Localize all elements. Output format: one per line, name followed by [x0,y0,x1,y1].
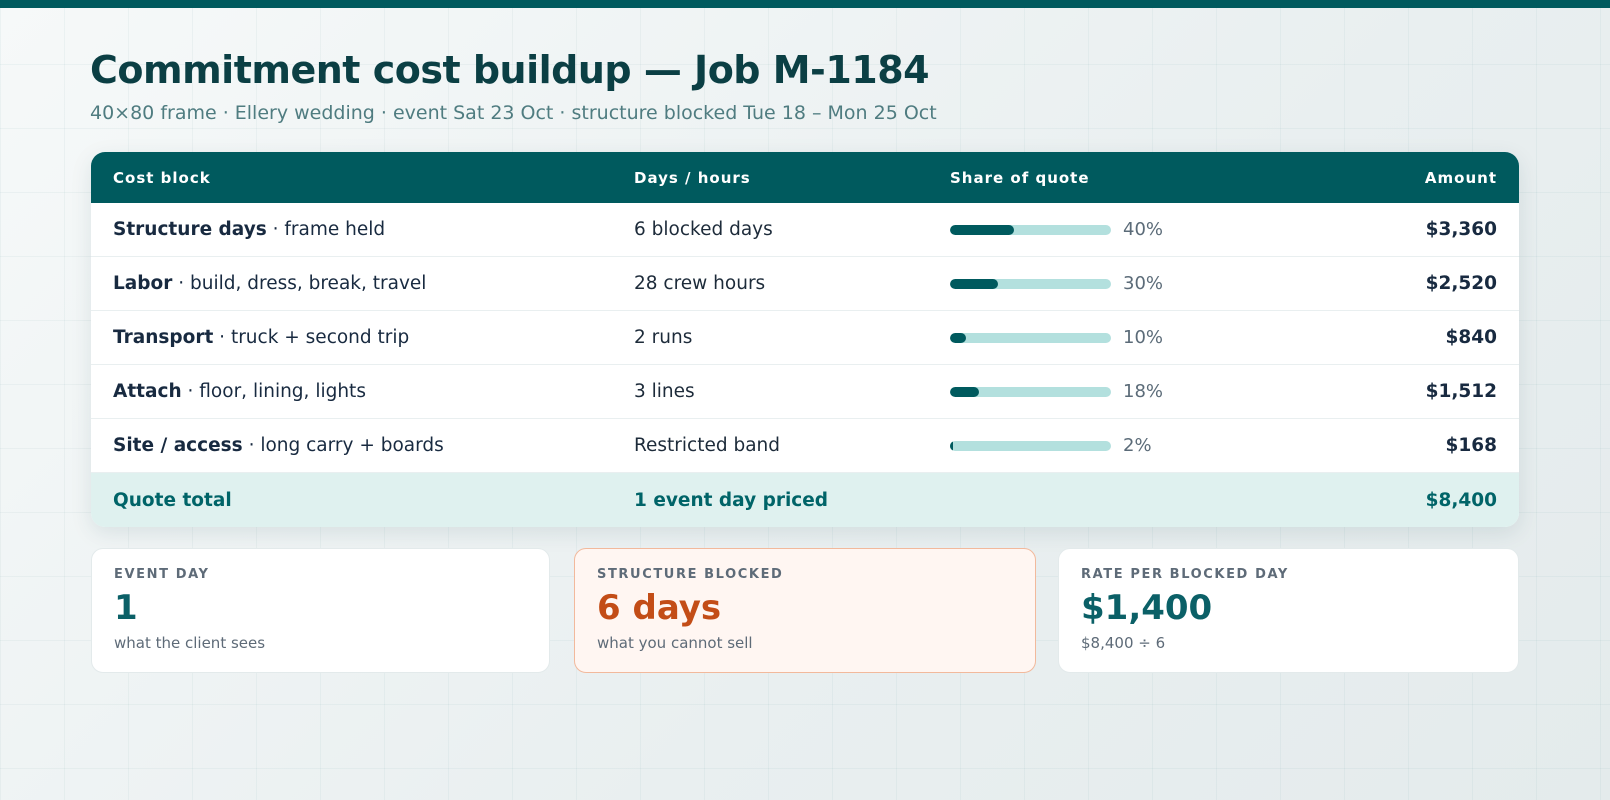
page-title: Commitment cost buildup — Job M-1184 [90,48,930,92]
cost-block-cell: Attach · floor, lining, lights [91,381,634,402]
page-subtitle: 40×80 frame · Ellery wedding · event Sat… [90,102,937,124]
column-header-amount: Amount [1424,168,1497,187]
cost-table: Cost block Days / hours Share of quote A… [91,152,1519,527]
share-cell: 2% [950,435,1290,456]
qty-cell: 6 blocked days [634,219,773,240]
stat-card-event-day: EVENT DAY 1 what the client sees [91,548,550,673]
share-cell: 18% [950,381,1290,402]
share-bar-fill [950,332,967,343]
share-percent: 40% [1123,219,1164,240]
stat-note: what you cannot sell [597,634,753,652]
stat-value: 6 days [597,588,722,628]
share-percent: 18% [1123,381,1164,402]
total-label: Quote total [113,489,232,511]
share-bar-fill [950,278,999,289]
share-bar-track [950,332,1111,343]
column-header-days-hours: Days / hours [634,168,751,187]
stat-card-structure-blocked: STRUCTURE BLOCKED 6 days what you cannot… [574,548,1036,673]
amount-cell: $1,512 [1425,381,1497,402]
share-percent: 2% [1123,435,1152,456]
share-bar-track [950,278,1111,289]
cost-block-name: Attach [113,381,182,402]
table-row: Transport · truck + second trip 2 runs 1… [91,311,1519,365]
table-row: Attach · floor, lining, lights 3 lines 1… [91,365,1519,419]
cost-block-cell: Structure days · frame held [91,219,634,240]
share-cell: 40% [950,219,1290,240]
share-bar-track [950,386,1111,397]
cost-block-desc: · truck + second trip [213,327,410,348]
qty-cell: 3 lines [634,381,695,402]
column-header-share: Share of quote [950,168,1090,187]
total-row: Quote total 1 event day priced $8,400 [91,473,1519,527]
amount-cell: $3,360 [1425,219,1497,240]
qty-cell: 2 runs [634,327,693,348]
share-bar-fill [950,386,979,397]
share-bar-fill [950,224,1015,235]
stat-note: what the client sees [114,634,266,652]
stat-label: EVENT DAY [114,567,210,582]
total-amount: $8,400 [1425,489,1497,511]
share-cell: 30% [950,273,1290,294]
table-row: Site / access · long carry + boards Rest… [91,419,1519,473]
column-header-cost-block: Cost block [113,168,211,187]
stat-value: $1,400 [1081,588,1213,628]
cost-block-name: Structure days [113,219,267,240]
amount-cell: $840 [1445,327,1498,348]
share-bar-fill [950,440,954,451]
cost-block-cell: Labor · build, dress, break, travel [91,273,634,294]
cost-block-desc: · floor, lining, lights [181,381,366,402]
stat-card-rate-per-day: RATE PER BLOCKED DAY $1,400 $8,400 ÷ 6 [1058,548,1519,673]
share-percent: 30% [1123,273,1164,294]
table-row: Structure days · frame held 6 blocked da… [91,203,1519,257]
amount-cell: $168 [1445,435,1498,456]
amount-cell: $2,520 [1425,273,1497,294]
cost-block-desc: · long carry + boards [242,435,444,456]
table-header: Cost block Days / hours Share of quote A… [91,152,1519,203]
qty-cell: Restricted band [634,435,781,456]
share-percent: 10% [1123,327,1164,348]
cost-block-cell: Site / access · long carry + boards [91,435,634,456]
stat-note: $8,400 ÷ 6 [1081,634,1166,652]
share-cell: 10% [950,327,1290,348]
share-bar-track [950,224,1111,235]
table-row: Labor · build, dress, break, travel 28 c… [91,257,1519,311]
stat-label: RATE PER BLOCKED DAY [1081,567,1289,582]
share-bar-track [950,440,1111,451]
cost-block-desc: · build, dress, break, travel [172,273,427,294]
qty-cell: 28 crew hours [634,273,766,294]
cost-block-cell: Transport · truck + second trip [91,327,634,348]
total-qty: 1 event day priced [634,489,829,511]
cost-block-name: Site / access [113,435,243,456]
cost-block-desc: · frame held [266,219,386,240]
stat-label: STRUCTURE BLOCKED [597,567,784,582]
stat-value: 1 [114,588,138,628]
top-accent-bar [0,0,1610,8]
cost-block-name: Labor [113,273,173,294]
cost-block-name: Transport [113,327,214,348]
